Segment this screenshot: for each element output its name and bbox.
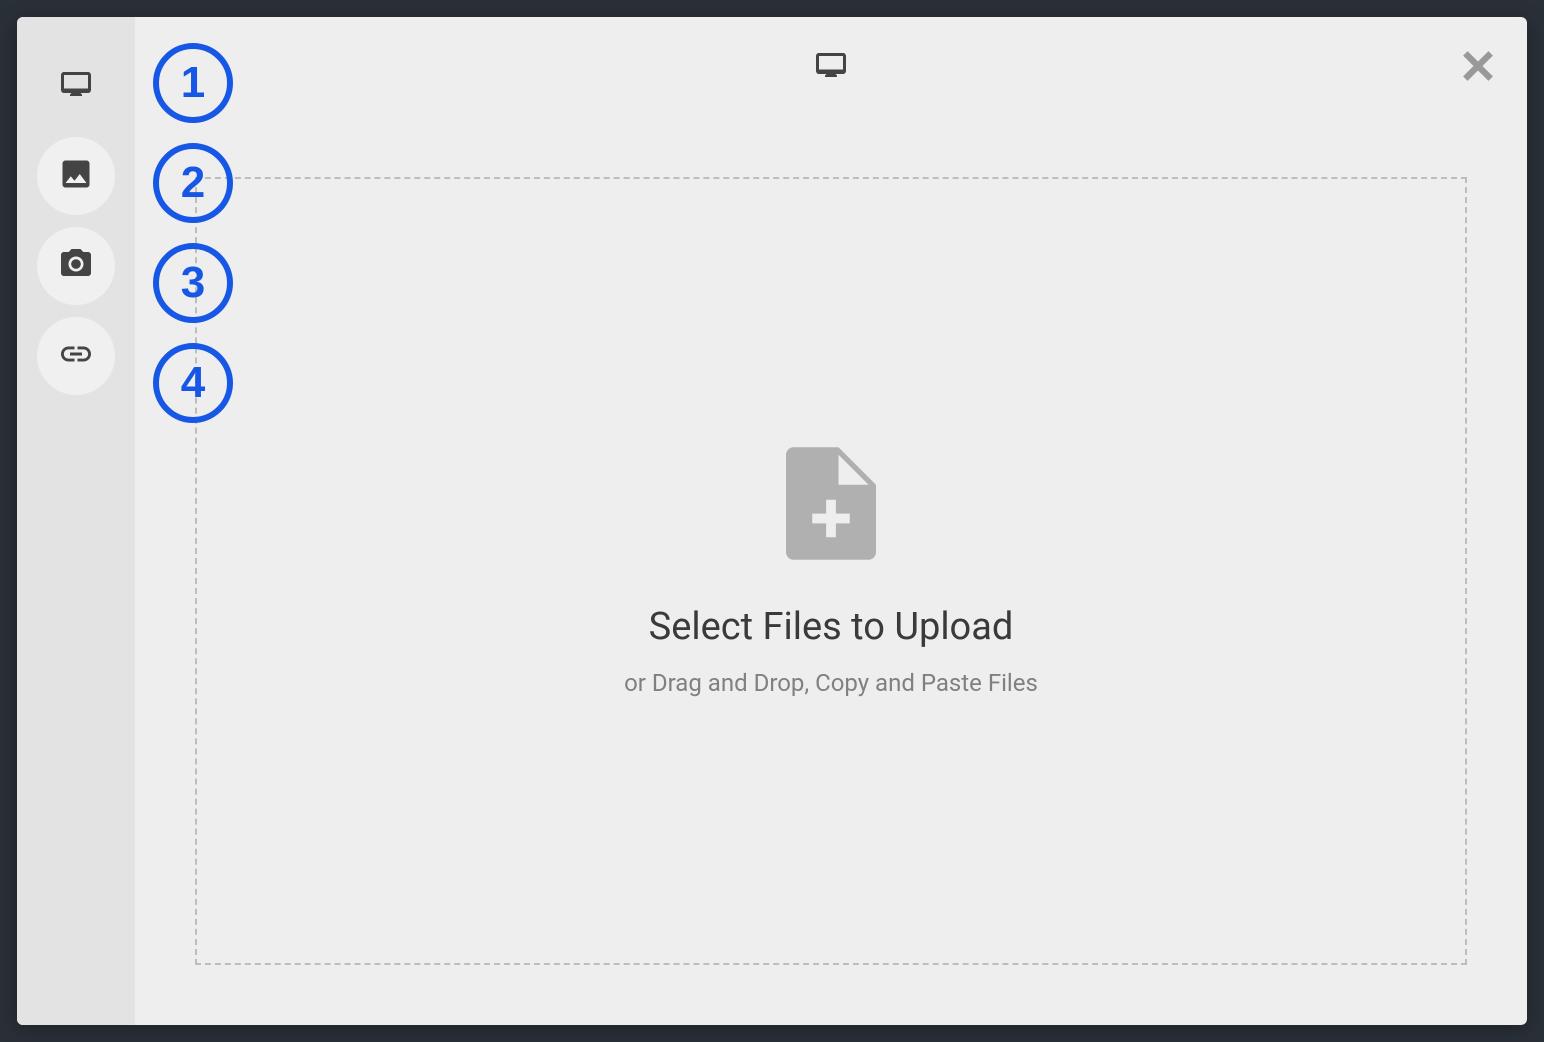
camera-icon bbox=[58, 246, 94, 286]
dropzone-title: Select Files to Upload bbox=[649, 605, 1014, 649]
sidebar-item-camera[interactable] bbox=[37, 227, 115, 305]
main-panel: Select Files to Upload or Drag and Drop,… bbox=[135, 17, 1527, 1025]
close-icon bbox=[1459, 70, 1497, 89]
sidebar-item-image[interactable] bbox=[37, 137, 115, 215]
file-dropzone[interactable]: Select Files to Upload or Drag and Drop,… bbox=[195, 177, 1467, 965]
device-icon bbox=[58, 66, 94, 106]
sidebar-item-device[interactable] bbox=[37, 47, 115, 125]
dialog-header bbox=[135, 17, 1527, 117]
link-icon bbox=[58, 336, 94, 376]
device-icon bbox=[813, 47, 849, 87]
close-button[interactable] bbox=[1459, 47, 1497, 89]
file-add-icon bbox=[786, 446, 876, 565]
upload-dialog: Select Files to Upload or Drag and Drop,… bbox=[17, 17, 1527, 1025]
source-sidebar bbox=[17, 17, 135, 1025]
sidebar-item-link[interactable] bbox=[37, 317, 115, 395]
dropzone-subtitle: or Drag and Drop, Copy and Paste Files bbox=[624, 669, 1038, 697]
image-icon bbox=[58, 156, 94, 196]
